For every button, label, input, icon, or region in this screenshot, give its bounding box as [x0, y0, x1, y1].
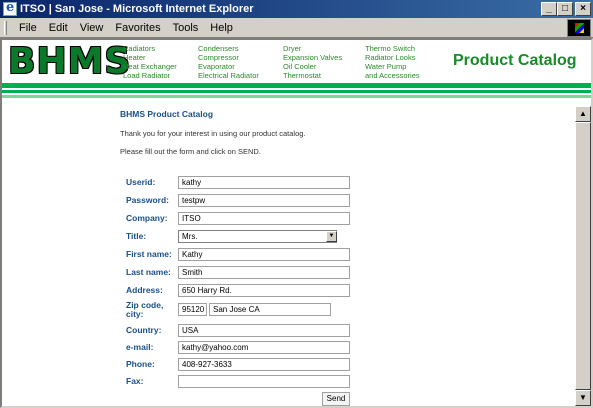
- windows-logo-throbber: [567, 19, 591, 37]
- nav-link-load-radiator[interactable]: Load Radiator: [123, 71, 177, 80]
- nav-link-dryer[interactable]: Dryer: [283, 44, 342, 53]
- menubar-grip: [4, 20, 7, 35]
- email-input[interactable]: kathy@yahoo.com: [178, 341, 350, 354]
- lastname-input[interactable]: Smith: [178, 266, 350, 279]
- title-select[interactable]: Mrs.: [178, 230, 337, 243]
- menu-view[interactable]: View: [74, 22, 110, 34]
- password-input[interactable]: testpw: [178, 194, 350, 207]
- nav-column-1: Radiators Heater Heat Exchanger Load Rad…: [123, 44, 177, 80]
- password-label: Password:: [126, 195, 169, 205]
- nav-link-radiators[interactable]: Radiators: [123, 44, 177, 53]
- city-input[interactable]: San Jose CA: [209, 303, 331, 316]
- send-button[interactable]: Send: [322, 392, 350, 406]
- maximize-button[interactable]: □: [557, 2, 573, 16]
- nav-column-3: Dryer Expansion Valves Oil Cooler Thermo…: [283, 44, 342, 80]
- zip-input[interactable]: 95120: [178, 303, 207, 316]
- email-label: e-mail:: [126, 342, 154, 352]
- userid-label: Userid:: [126, 177, 156, 187]
- page-heading: BHMS Product Catalog: [120, 109, 214, 119]
- nav-link-electrical-radiator[interactable]: Electrical Radiator: [198, 71, 259, 80]
- nav-link-compressor[interactable]: Compressor: [198, 53, 259, 62]
- nav-link-heat-exchanger[interactable]: Heat Exchanger: [123, 62, 177, 71]
- nav-link-expansion-valves[interactable]: Expansion Valves: [283, 53, 342, 62]
- window-title: ITSO | San Jose - Microsoft Internet Exp…: [20, 3, 254, 15]
- fax-input[interactable]: [178, 375, 350, 388]
- bhms-logo[interactable]: BHMS: [8, 43, 131, 81]
- header-divider-thin: [2, 90, 591, 93]
- company-label: Company:: [126, 213, 168, 223]
- window-titlebar: ITSO | San Jose - Microsoft Internet Exp…: [0, 0, 593, 18]
- firstname-input[interactable]: Kathy: [178, 248, 350, 261]
- nav-link-condensers[interactable]: Condensers: [198, 44, 259, 53]
- header-divider-light: [2, 95, 591, 98]
- userid-input[interactable]: kathy: [178, 176, 350, 189]
- ie-app-icon: [3, 0, 17, 16]
- header-divider: [2, 83, 591, 88]
- nav-column-2: Condensers Compressor Evaporator Electri…: [198, 44, 259, 80]
- window-controls: _ □ ×: [541, 2, 591, 16]
- nav-link-oil-cooler[interactable]: Oil Cooler: [283, 62, 342, 71]
- menu-file[interactable]: File: [13, 22, 43, 34]
- nav-link-water-pump[interactable]: Water Pump: [365, 62, 420, 71]
- instructions-text: Please fill out the form and click on SE…: [120, 147, 261, 156]
- site-header: BHMS Radiators Heater Heat Exchanger Loa…: [2, 40, 591, 83]
- lastname-label: Last name:: [126, 267, 171, 277]
- phone-input[interactable]: 408-927-3633: [178, 358, 350, 371]
- menu-help[interactable]: Help: [204, 22, 239, 34]
- menu-edit[interactable]: Edit: [43, 22, 74, 34]
- nav-link-heater[interactable]: Heater: [123, 53, 177, 62]
- address-input[interactable]: 650 Harry Rd.: [178, 284, 350, 297]
- browser-viewport: BHMS Radiators Heater Heat Exchanger Loa…: [0, 38, 593, 408]
- close-button[interactable]: ×: [575, 2, 591, 16]
- address-label: Address:: [126, 285, 163, 295]
- intro-text: Thank you for your interest in using our…: [120, 129, 306, 138]
- phone-label: Phone:: [126, 359, 155, 369]
- menu-tools[interactable]: Tools: [167, 22, 205, 34]
- firstname-label: First name:: [126, 249, 172, 259]
- country-input[interactable]: USA: [178, 324, 350, 337]
- menu-favorites[interactable]: Favorites: [109, 22, 166, 34]
- scroll-up-arrow-icon[interactable]: ▲: [575, 106, 591, 122]
- menu-bar: File Edit View Favorites Tools Help: [0, 18, 593, 38]
- scroll-down-arrow-icon[interactable]: ▼: [575, 390, 591, 406]
- country-label: Country:: [126, 325, 162, 335]
- zipcity-label-line2: city:: [126, 309, 144, 319]
- company-input[interactable]: ITSO: [178, 212, 350, 225]
- minimize-button[interactable]: _: [541, 2, 557, 16]
- title-label: Title:: [126, 231, 147, 241]
- vertical-scrollbar[interactable]: ▲ ▼: [575, 106, 591, 406]
- dropdown-arrow-icon[interactable]: ▼: [326, 231, 337, 242]
- nav-link-evaporator[interactable]: Evaporator: [198, 62, 259, 71]
- scrollbar-thumb[interactable]: [575, 122, 591, 390]
- nav-column-4: Thermo Switch Radiator Looks Water Pump …: [365, 44, 420, 80]
- nav-link-thermo-switch[interactable]: Thermo Switch: [365, 44, 420, 53]
- nav-link-radiator-looks[interactable]: Radiator Looks: [365, 53, 420, 62]
- fax-label: Fax:: [126, 376, 144, 386]
- nav-link-thermostat[interactable]: Thermostat: [283, 71, 342, 80]
- catalog-title: Product Catalog: [453, 52, 577, 69]
- nav-link-accessories[interactable]: and Accessories: [365, 71, 420, 80]
